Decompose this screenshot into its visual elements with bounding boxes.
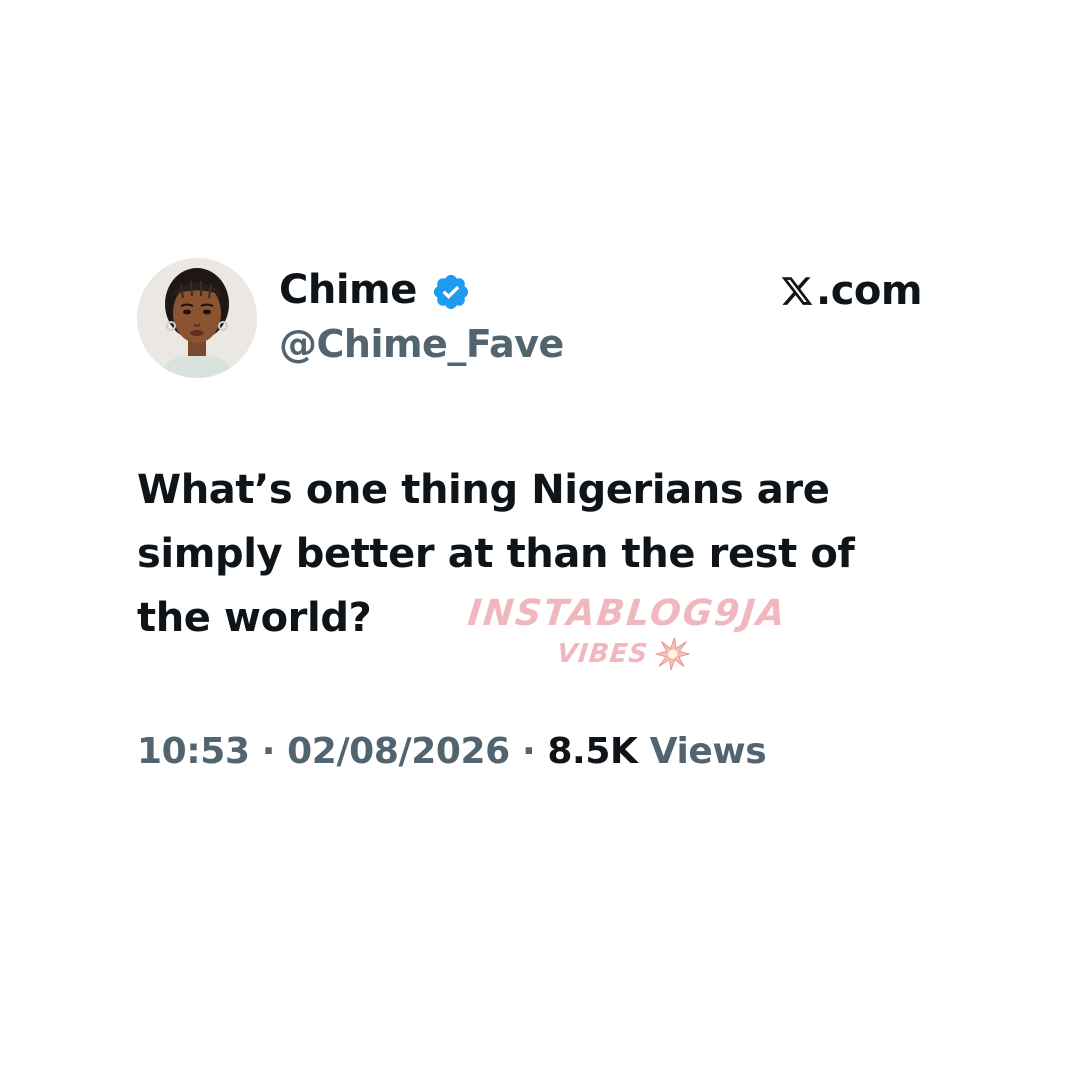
meta-separator-1: · <box>249 731 288 772</box>
watermark: INSTABLOG9JA VIBES <box>462 592 789 672</box>
tweet-meta: 10:53 · 02/08/2026 · 8.5K Views <box>137 726 767 778</box>
watermark-line1: INSTABLOG9JA <box>465 593 789 634</box>
meta-separator-2: · <box>509 731 548 772</box>
views-label: Views <box>649 731 767 772</box>
x-logo-icon <box>781 277 813 305</box>
site-label: .com <box>816 268 923 314</box>
avatar[interactable] <box>137 258 257 378</box>
views-count: 8.5K <box>547 731 638 772</box>
watermark-line2-wrap: VIBES <box>482 636 766 672</box>
display-name[interactable]: Chime <box>279 262 417 318</box>
tweet-date[interactable]: 02/08/2026 <box>287 731 510 772</box>
burst-icon <box>654 637 690 671</box>
tweet-time[interactable]: 10:53 <box>137 731 250 772</box>
verified-badge-icon <box>433 274 469 310</box>
tweet-card: Chime @Chime_Fave .com What’s one thing … <box>0 0 1080 1080</box>
watermark-line2: VIBES <box>555 639 650 669</box>
profile-photo <box>137 258 257 378</box>
site-logo[interactable]: .com <box>780 265 923 317</box>
user-handle[interactable]: @Chime_Fave <box>279 318 564 370</box>
